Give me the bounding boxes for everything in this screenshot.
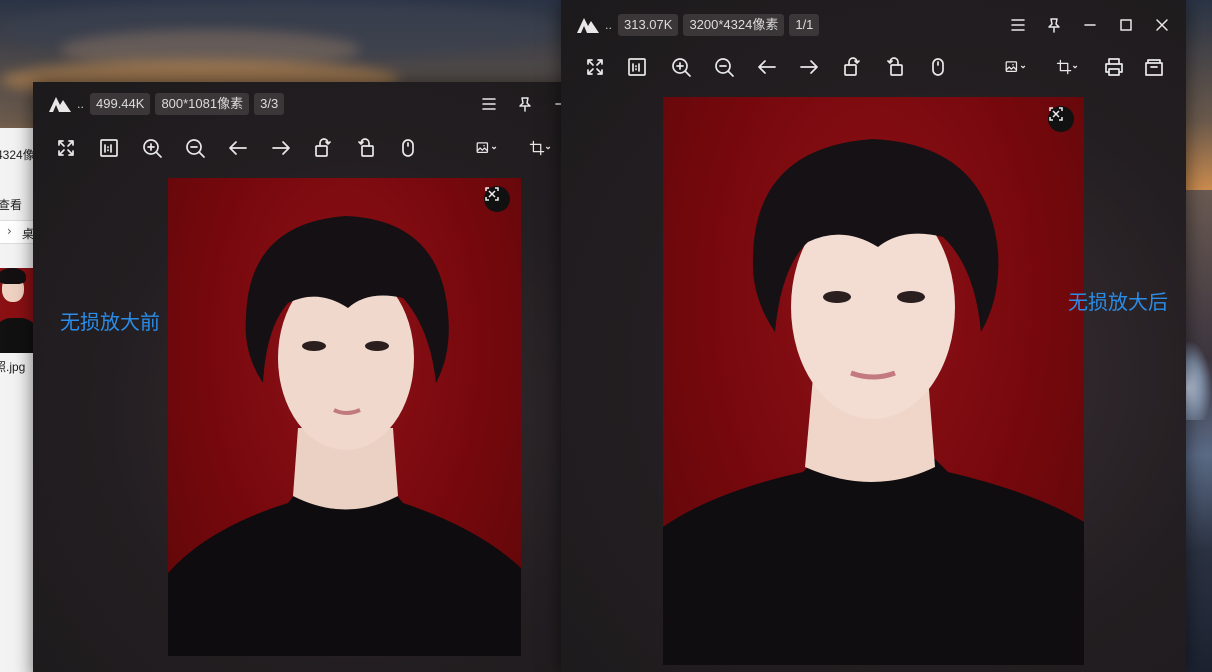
viewer-toolbar — [561, 45, 1186, 89]
pin-button[interactable] — [1036, 3, 1072, 47]
app-logo-icon — [575, 15, 601, 35]
crop-dropdown[interactable] — [1050, 55, 1084, 79]
app-logo-icon — [47, 94, 73, 114]
zoom-in-icon — [672, 58, 691, 77]
arrow-left-icon — [758, 60, 776, 74]
menu-button[interactable] — [471, 82, 507, 126]
pin-button[interactable] — [507, 82, 543, 126]
print-button[interactable] — [1101, 55, 1127, 79]
print-icon — [1105, 58, 1123, 76]
image-edit-dropdown[interactable] — [998, 55, 1032, 79]
actual-size-button[interactable] — [96, 136, 122, 160]
actual-size-icon — [100, 139, 118, 157]
rotate-right-button[interactable] — [353, 136, 379, 160]
image-edit-icon — [476, 142, 497, 154]
explorer-address-bar[interactable]: › 桌 — [0, 220, 33, 244]
portrait-image — [168, 216, 521, 656]
caption-after: 无损放大后 — [1068, 290, 1168, 314]
file-size-badge: 313.07K — [618, 14, 679, 36]
zoom-in-button[interactable] — [668, 55, 694, 79]
zoom-out-icon — [186, 139, 205, 158]
fit-window-icon — [485, 187, 499, 201]
actual-size-icon — [628, 58, 646, 76]
pin-icon — [1048, 18, 1060, 33]
fullscreen-icon — [587, 59, 603, 75]
actual-size-button[interactable] — [624, 55, 650, 79]
menu-button[interactable] — [1000, 3, 1036, 47]
open-folder-icon — [1145, 59, 1163, 76]
fullscreen-button[interactable] — [53, 136, 79, 160]
zoom-out-button[interactable] — [182, 136, 208, 160]
rotate-left-button[interactable] — [839, 55, 865, 79]
crop-dropdown[interactable] — [523, 136, 557, 160]
resolution-badge: 3200*4324像素 — [683, 14, 785, 36]
app-ellipsis: .. — [605, 18, 612, 32]
fit-to-window-button[interactable] — [484, 186, 510, 212]
menu-icon — [482, 98, 496, 110]
mouse-icon — [932, 58, 944, 76]
fullscreen-button[interactable] — [582, 55, 608, 79]
pin-icon — [519, 97, 531, 112]
photo-before[interactable] — [168, 178, 521, 656]
rotate-left-icon — [315, 138, 331, 157]
maximize-icon — [1120, 19, 1132, 31]
arrow-right-icon — [272, 141, 290, 155]
crop-icon — [1056, 59, 1078, 75]
file-explorer-window[interactable]: 4324像 查看 › 桌 照.jpg — [0, 128, 34, 672]
viewer-toolbar — [33, 126, 573, 170]
menu-icon — [1011, 19, 1025, 31]
fit-window-icon — [1049, 107, 1063, 121]
next-button[interactable] — [268, 136, 294, 160]
image-edit-icon — [1005, 61, 1026, 73]
next-button[interactable] — [796, 55, 822, 79]
rotate-right-icon — [358, 138, 374, 157]
fit-to-window-button[interactable] — [1048, 106, 1074, 132]
page-index-badge: 1/1 — [789, 14, 820, 36]
zoom-in-button[interactable] — [139, 136, 165, 160]
page-index-badge: 3/3 — [254, 93, 285, 115]
mouse-mode-button[interactable] — [395, 136, 421, 160]
image-viewer-before[interactable]: .. 499.44K 800*1081像素 3/3 — [33, 82, 573, 672]
minimize-button[interactable] — [1072, 3, 1108, 47]
image-edit-dropdown[interactable] — [469, 136, 503, 160]
photo-after[interactable] — [663, 97, 1084, 665]
explorer-file-name[interactable]: 照.jpg — [0, 358, 25, 375]
caption-before: 无损放大前 — [60, 310, 160, 334]
file-size-badge: 499.44K — [90, 93, 151, 115]
chevron-right-icon: › — [7, 224, 12, 238]
explorer-file-thumbnail[interactable] — [0, 268, 33, 353]
zoom-out-button[interactable] — [711, 55, 737, 79]
open-folder-button[interactable] — [1141, 55, 1167, 79]
portrait-image — [663, 139, 1084, 665]
rotate-right-icon — [887, 57, 903, 76]
image-viewer-after[interactable]: .. 313.07K 3200*4324像素 1/1 — [561, 0, 1186, 672]
maximize-button[interactable] — [1108, 3, 1144, 47]
rotate-left-icon — [844, 57, 860, 76]
close-icon — [1156, 19, 1168, 31]
crop-icon — [529, 140, 551, 156]
mouse-icon — [402, 139, 414, 157]
resolution-badge: 800*1081像素 — [155, 93, 250, 115]
arrow-left-icon — [229, 141, 247, 155]
app-ellipsis: .. — [77, 97, 84, 111]
previous-button[interactable] — [754, 55, 780, 79]
zoom-in-icon — [143, 139, 162, 158]
explorer-view-menu[interactable]: 查看 — [0, 196, 22, 213]
zoom-out-icon — [715, 58, 734, 77]
close-button[interactable] — [1144, 3, 1180, 47]
arrow-right-icon — [800, 60, 818, 74]
minimize-icon — [1084, 24, 1096, 26]
rotate-left-button[interactable] — [310, 136, 336, 160]
explorer-resolution-text: 4324像 — [0, 148, 34, 162]
fullscreen-icon — [58, 140, 74, 156]
rotate-right-button[interactable] — [882, 55, 908, 79]
mouse-mode-button[interactable] — [925, 55, 951, 79]
previous-button[interactable] — [225, 136, 251, 160]
